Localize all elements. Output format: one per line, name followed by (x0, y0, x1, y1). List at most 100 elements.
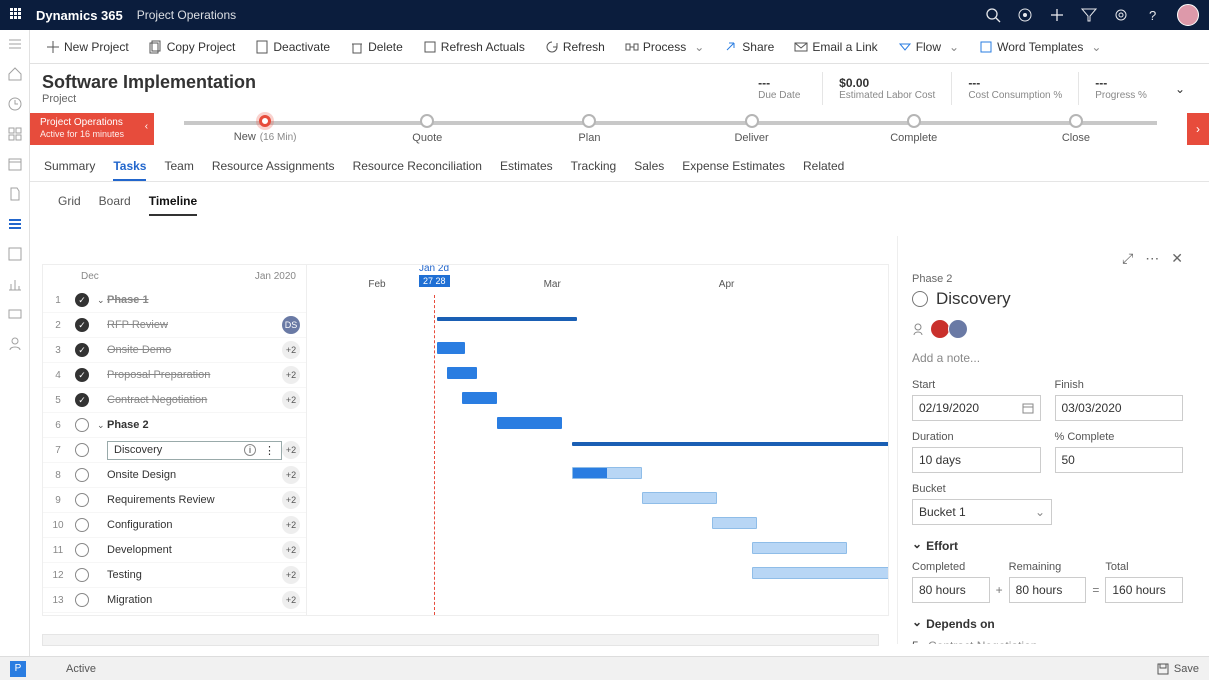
gantt-bar[interactable] (752, 542, 847, 554)
user-avatar[interactable] (1177, 4, 1199, 26)
gantt-bar[interactable] (437, 342, 465, 354)
task-row[interactable]: 2✓RFP ReviewDS (43, 313, 306, 338)
copy-project-button[interactable]: Copy Project (141, 36, 244, 58)
search-icon[interactable] (985, 7, 1001, 23)
clock-icon[interactable] (7, 96, 23, 112)
help-icon[interactable]: ? (1145, 7, 1161, 23)
task-row[interactable]: 6⌄Phase 2 (43, 413, 306, 438)
gantt-bar[interactable] (642, 492, 717, 504)
deactivate-button[interactable]: Deactivate (247, 36, 338, 58)
delete-button[interactable]: Delete (342, 36, 411, 58)
add-assignee-icon[interactable] (912, 323, 924, 335)
kpi-expand-icon[interactable]: ⌄ (1163, 72, 1197, 105)
assignee-avatar-1[interactable] (930, 319, 950, 339)
chevron-right-icon[interactable]: › (1187, 113, 1209, 145)
stage-new[interactable]: New(16 Min) (184, 115, 346, 143)
tab-expense[interactable]: Expense Estimates (682, 153, 785, 181)
plus-icon[interactable] (1049, 7, 1065, 23)
app-tile-icon[interactable]: P (10, 661, 26, 677)
home-icon[interactable] (7, 66, 23, 82)
subtab-grid[interactable]: Grid (58, 194, 81, 216)
task-row[interactable]: 3✓Onsite Demo+2 (43, 338, 306, 363)
finish-input[interactable]: 03/03/2020 (1055, 395, 1184, 421)
duration-input[interactable]: 10 days (912, 447, 1041, 473)
doc-icon[interactable] (7, 186, 23, 202)
gantt-bar[interactable] (572, 467, 642, 479)
tab-resource-assignments[interactable]: Resource Assignments (212, 153, 335, 181)
tab-tasks[interactable]: Tasks (113, 153, 146, 181)
stage-deliver[interactable]: Deliver (671, 114, 833, 144)
grid-icon[interactable] (7, 126, 23, 142)
task-row[interactable]: 12Testing+2 (43, 563, 306, 588)
stage-plan[interactable]: Plan (508, 114, 670, 144)
filter-icon[interactable] (1081, 7, 1097, 23)
chevron-left-icon[interactable]: ‹ (145, 121, 148, 133)
bucket-select[interactable]: Bucket 1⌄ (912, 499, 1052, 525)
tab-team[interactable]: Team (164, 153, 193, 181)
horizontal-scrollbar[interactable] (42, 634, 879, 646)
stage-close[interactable]: Close (995, 114, 1157, 144)
effort-total-input[interactable]: 160 hours (1105, 577, 1183, 603)
more-icon[interactable]: ⋯ (1145, 250, 1159, 267)
new-project-button[interactable]: New Project (38, 36, 137, 58)
task-row[interactable]: 11Development+2 (43, 538, 306, 563)
subtab-board[interactable]: Board (99, 194, 131, 216)
tab-sales[interactable]: Sales (634, 153, 664, 181)
details-title[interactable]: Discovery (936, 289, 1011, 309)
process-button[interactable]: Process⌄ (617, 36, 712, 58)
tab-resource-recon[interactable]: Resource Reconciliation (353, 153, 482, 181)
start-input[interactable]: 02/19/2020 (912, 395, 1041, 421)
app-launcher-icon[interactable] (10, 8, 24, 22)
tab-tracking[interactable]: Tracking (571, 153, 617, 181)
percent-input[interactable]: 50 (1055, 447, 1184, 473)
gear-icon[interactable] (1113, 7, 1129, 23)
task-row[interactable]: 10Configuration+2 (43, 513, 306, 538)
list-icon[interactable] (7, 216, 23, 232)
chart-icon[interactable] (7, 276, 23, 292)
email-link-button[interactable]: Email a Link (786, 36, 885, 58)
stage-complete[interactable]: Complete (833, 114, 995, 144)
word-templates-button[interactable]: Word Templates⌄ (971, 36, 1109, 58)
tab-related[interactable]: Related (803, 153, 844, 181)
gantt-bar[interactable] (462, 392, 497, 404)
refresh-actuals-button[interactable]: Refresh Actuals (415, 36, 533, 58)
stage-quote[interactable]: Quote (346, 114, 508, 144)
gantt-bar[interactable] (752, 567, 888, 579)
task-row[interactable]: 8Onsite Design+2 (43, 463, 306, 488)
gantt-bar[interactable] (447, 367, 477, 379)
task-row[interactable]: 13Migration+2 (43, 588, 306, 613)
board-icon[interactable] (7, 246, 23, 262)
process-flag[interactable]: Project Operations Active for 16 minutes… (30, 113, 154, 145)
subtab-timeline[interactable]: Timeline (149, 194, 197, 216)
add-task-button[interactable]: +Add new task (43, 613, 306, 615)
add-note-field[interactable]: Add a note... (912, 351, 1183, 365)
expand-icon[interactable]: ⤢ (1122, 250, 1133, 267)
share-button[interactable]: Share (716, 36, 782, 58)
task-complete-toggle[interactable] (912, 291, 928, 307)
depends-section[interactable]: Depends on (912, 617, 1183, 631)
target-icon[interactable] (1017, 7, 1033, 23)
flow-button[interactable]: Flow⌄ (890, 36, 967, 58)
effort-section[interactable]: Effort (912, 539, 1183, 553)
save-button[interactable]: Save (1156, 662, 1199, 676)
gantt-bar[interactable] (712, 517, 757, 529)
task-row[interactable]: 9Requirements Review+2 (43, 488, 306, 513)
people-icon[interactable] (7, 336, 23, 352)
refresh-button[interactable]: Refresh (537, 36, 613, 58)
tab-estimates[interactable]: Estimates (500, 153, 553, 181)
calendar-icon[interactable] (7, 156, 23, 172)
money-icon[interactable] (7, 306, 23, 322)
effort-remaining-input[interactable]: 80 hours (1009, 577, 1087, 603)
task-row[interactable]: 4✓Proposal Preparation+2 (43, 363, 306, 388)
task-row[interactable]: 1✓⌄Phase 1 (43, 288, 306, 313)
task-row[interactable]: 7Discoveryi⋮+2 (43, 438, 306, 463)
effort-completed-input[interactable]: 80 hours (912, 577, 990, 603)
gantt-bar[interactable] (572, 442, 888, 446)
gantt-bar[interactable] (497, 417, 562, 429)
hamburger-icon[interactable] (7, 36, 23, 52)
assignee-avatar-2[interactable] (948, 319, 968, 339)
task-row[interactable]: 5✓Contract Negotiation+2 (43, 388, 306, 413)
tab-summary[interactable]: Summary (44, 153, 95, 181)
close-icon[interactable]: ✕ (1171, 250, 1183, 267)
gantt-bar[interactable] (437, 317, 577, 321)
